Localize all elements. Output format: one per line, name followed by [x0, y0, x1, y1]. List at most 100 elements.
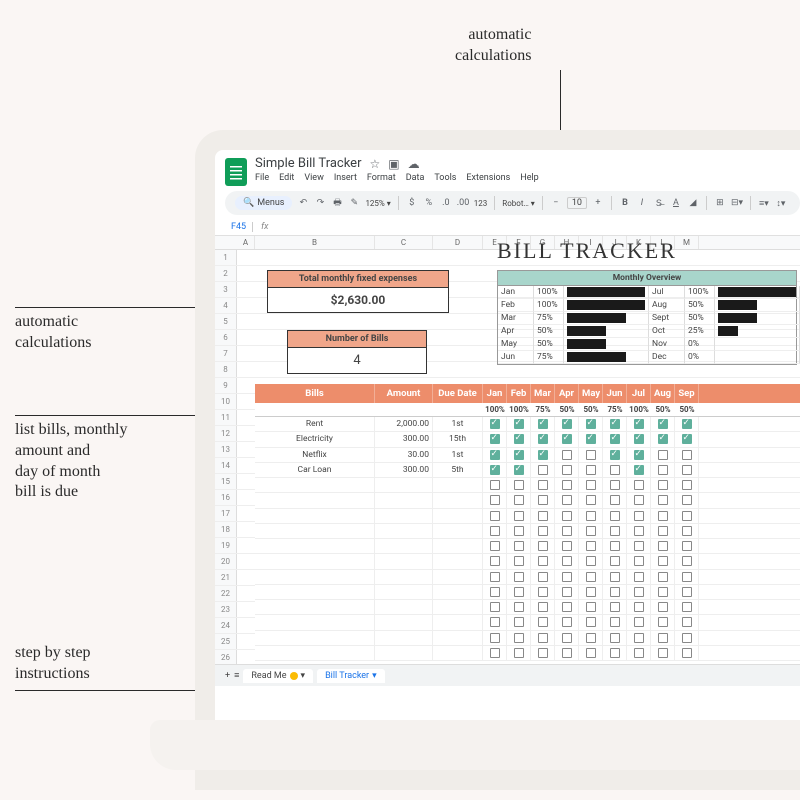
cell-amount[interactable] — [375, 493, 433, 507]
checkbox[interactable] — [538, 648, 548, 658]
checkbox[interactable] — [538, 556, 548, 566]
checkbox[interactable] — [586, 617, 596, 627]
checkbox[interactable] — [610, 556, 620, 566]
cell-due[interactable] — [433, 524, 483, 538]
cell-amount[interactable] — [375, 600, 433, 614]
checkbox[interactable] — [610, 572, 620, 582]
cell-amount[interactable] — [375, 631, 433, 645]
checkbox[interactable] — [490, 556, 500, 566]
col-head[interactable]: C — [375, 236, 433, 249]
font-select[interactable]: Robot… ▾ — [502, 199, 535, 208]
menu-data[interactable]: Data — [406, 173, 425, 183]
row-number[interactable]: 20 — [215, 554, 237, 569]
menu-tools[interactable]: Tools — [434, 173, 456, 183]
checkbox[interactable] — [610, 495, 620, 505]
cell-due[interactable] — [433, 600, 483, 614]
checkbox[interactable] — [538, 465, 548, 475]
checkbox[interactable] — [682, 572, 692, 582]
checkbox[interactable] — [538, 434, 548, 444]
checkbox[interactable] — [562, 526, 572, 536]
row-number[interactable]: 2 — [215, 266, 237, 281]
cell-bill-name[interactable] — [255, 509, 375, 523]
valign-icon[interactable]: ↕▾ — [775, 198, 787, 209]
strike-icon[interactable]: S̶ — [653, 198, 665, 209]
checkbox[interactable] — [586, 633, 596, 643]
cell-due[interactable] — [433, 631, 483, 645]
currency-icon[interactable]: $ — [406, 198, 418, 208]
menu-format[interactable]: Format — [367, 173, 396, 183]
menu-help[interactable]: Help — [520, 173, 538, 183]
tab-bill-tracker[interactable]: Bill Tracker ▾ — [317, 669, 385, 683]
checkbox[interactable] — [514, 556, 524, 566]
row-number[interactable]: 8 — [215, 362, 237, 377]
checkbox[interactable] — [658, 419, 668, 429]
checkbox[interactable] — [634, 511, 644, 521]
checkbox[interactable] — [682, 465, 692, 475]
checkbox[interactable] — [514, 480, 524, 490]
merge-icon[interactable]: ⊟▾ — [731, 198, 743, 208]
row-number[interactable]: 7 — [215, 346, 237, 361]
checkbox[interactable] — [514, 648, 524, 658]
move-icon[interactable]: ▣ — [388, 157, 399, 171]
checkbox[interactable] — [514, 541, 524, 551]
cell-bill-name[interactable] — [255, 646, 375, 660]
italic-icon[interactable]: I — [636, 198, 648, 208]
tab-readme[interactable]: Read Me ▾ — [243, 669, 313, 683]
checkbox[interactable] — [490, 617, 500, 627]
row-number[interactable]: 1 — [215, 250, 237, 265]
checkbox[interactable] — [682, 419, 692, 429]
add-sheet-icon[interactable]: + — [225, 671, 230, 681]
checkbox[interactable] — [658, 648, 668, 658]
text-color-icon[interactable]: A — [670, 198, 682, 208]
row-number[interactable]: 22 — [215, 586, 237, 601]
menu-edit[interactable]: Edit — [279, 173, 294, 183]
row-number[interactable]: 10 — [215, 394, 237, 409]
checkbox[interactable] — [538, 617, 548, 627]
cell-amount[interactable] — [375, 585, 433, 599]
star-icon[interactable]: ☆ — [369, 157, 380, 171]
checkbox[interactable] — [586, 587, 596, 597]
checkbox[interactable] — [610, 617, 620, 627]
cell-amount[interactable] — [375, 615, 433, 629]
cell-bill-name[interactable] — [255, 631, 375, 645]
checkbox[interactable] — [658, 495, 668, 505]
checkbox[interactable] — [490, 572, 500, 582]
cell-bill-name[interactable] — [255, 570, 375, 584]
cell-amount[interactable] — [375, 509, 433, 523]
checkbox[interactable] — [658, 541, 668, 551]
cell-bill-name[interactable]: Rent — [255, 417, 375, 431]
checkbox[interactable] — [634, 648, 644, 658]
cell-due[interactable]: 1st — [433, 448, 483, 462]
font-plus-icon[interactable]: + — [592, 198, 604, 208]
cell-bill-name[interactable] — [255, 600, 375, 614]
row-number[interactable]: 19 — [215, 538, 237, 553]
cell-amount[interactable]: 30.00 — [375, 448, 433, 462]
checkbox[interactable] — [514, 419, 524, 429]
checkbox[interactable] — [634, 480, 644, 490]
checkbox[interactable] — [634, 617, 644, 627]
checkbox[interactable] — [490, 602, 500, 612]
checkbox[interactable] — [610, 450, 620, 460]
checkbox[interactable] — [634, 526, 644, 536]
fill-color-icon[interactable]: ◢ — [687, 198, 699, 208]
decrease-decimal-icon[interactable]: .0 — [440, 198, 452, 208]
font-minus-icon[interactable]: − — [550, 198, 562, 208]
checkbox[interactable] — [658, 602, 668, 612]
align-icon[interactable]: ≡▾ — [758, 198, 770, 209]
checkbox[interactable] — [586, 526, 596, 536]
cell-due[interactable] — [433, 615, 483, 629]
all-sheets-icon[interactable]: ≡ — [234, 670, 239, 681]
row-number[interactable]: 3 — [215, 282, 237, 297]
checkbox[interactable] — [514, 526, 524, 536]
checkbox[interactable] — [610, 434, 620, 444]
checkbox[interactable] — [514, 495, 524, 505]
checkbox[interactable] — [490, 495, 500, 505]
cell-bill-name[interactable] — [255, 585, 375, 599]
cell-bill-name[interactable] — [255, 524, 375, 538]
checkbox[interactable] — [514, 633, 524, 643]
checkbox[interactable] — [538, 633, 548, 643]
checkbox[interactable] — [586, 556, 596, 566]
cell-due[interactable]: 5th — [433, 463, 483, 477]
checkbox[interactable] — [490, 511, 500, 521]
checkbox[interactable] — [682, 587, 692, 597]
